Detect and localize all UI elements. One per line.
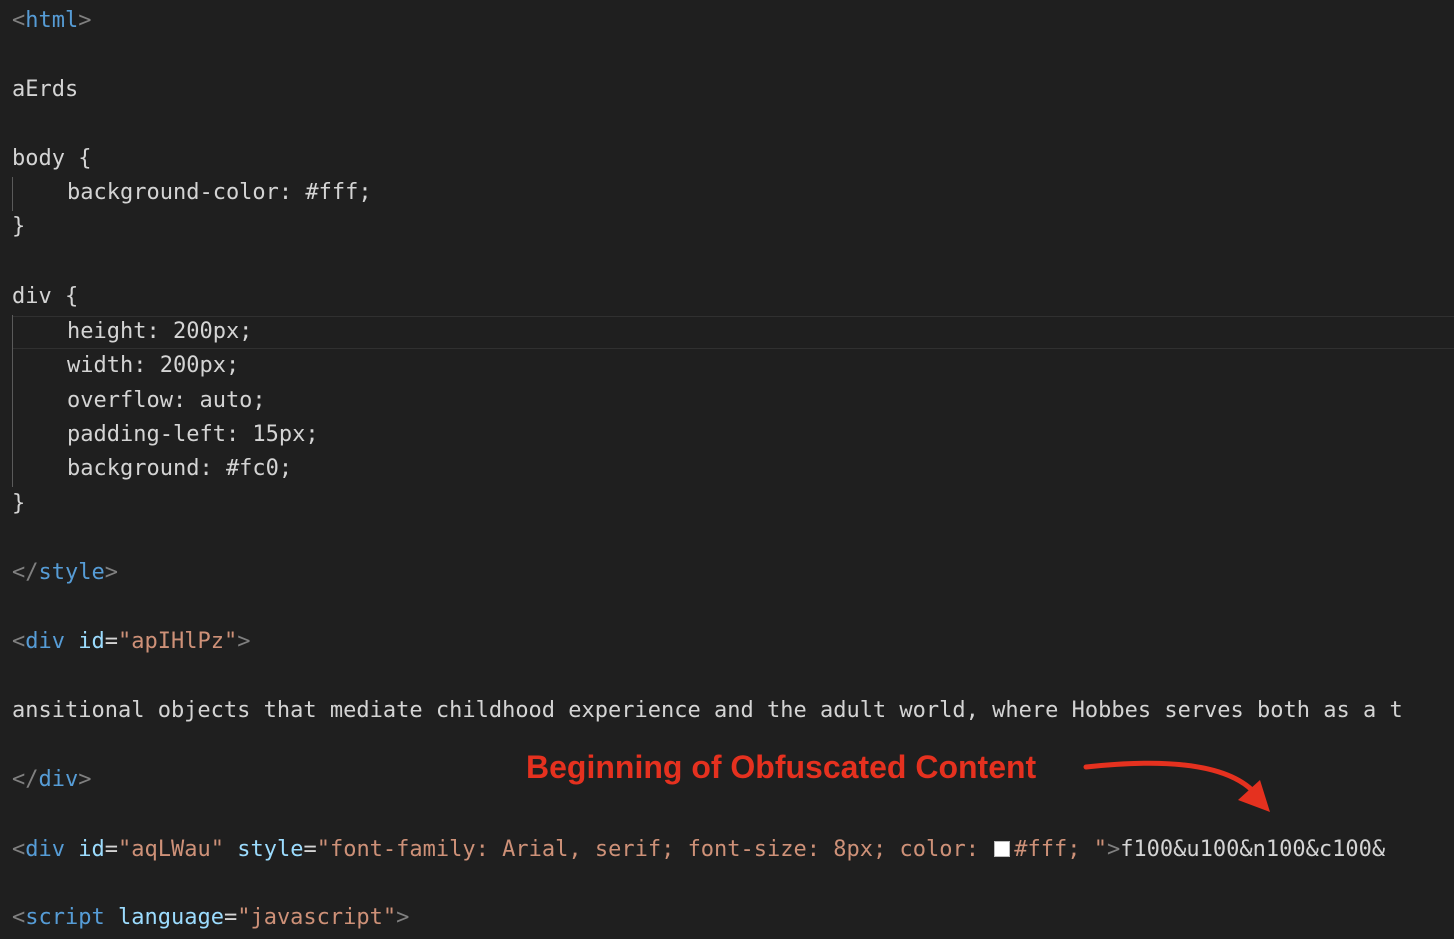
css-declaration: padding-left: 15px;	[67, 422, 319, 447]
code-line-body-close[interactable]: }	[12, 210, 25, 244]
tag-bracket: >	[78, 767, 92, 792]
tag-name: div	[25, 837, 65, 862]
tag-name: html	[25, 8, 79, 33]
tag-name: div	[25, 629, 65, 654]
color-swatch-icon[interactable]	[994, 841, 1011, 857]
tag-name: script	[25, 905, 105, 930]
tag-bracket: >	[78, 8, 92, 33]
tag-bracket: >	[104, 560, 118, 585]
attribute-name: style	[237, 837, 304, 862]
code-line-div1-close[interactable]: </div>	[12, 763, 92, 797]
attribute-name: id	[78, 629, 105, 654]
attribute-name: language	[117, 905, 224, 930]
code-line-div2-open[interactable]: <div id="aqLWau" style="font-family: Ari…	[12, 833, 1385, 867]
attribute-value: "javascript"	[237, 905, 397, 930]
tag-bracket: <	[12, 8, 26, 33]
code-line-script-open[interactable]: <script language="javascript">	[12, 901, 409, 935]
tag-bracket: <	[12, 629, 26, 654]
css-declaration: height: 200px;	[67, 319, 253, 344]
attribute-name: id	[78, 837, 105, 862]
code-line-html-open[interactable]: <html>	[12, 4, 91, 38]
css-declaration: width: 200px;	[67, 353, 240, 378]
attribute-value: "font-family: Arial, serif; font-size: 8…	[316, 837, 993, 862]
code-line-div-background[interactable]: background: #fc0;	[12, 452, 292, 486]
css-declaration: background: #fc0;	[67, 456, 293, 481]
code-line-div-width[interactable]: width: 200px;	[12, 349, 239, 383]
tag-name: div	[38, 767, 79, 792]
attribute-equals: =	[223, 905, 238, 930]
attribute-value: #fff; "	[1014, 837, 1107, 862]
tag-bracket: >	[396, 905, 410, 930]
attribute-equals: =	[104, 629, 118, 654]
code-line-body-selector[interactable]: body {	[12, 142, 91, 176]
tag-bracket: </	[12, 767, 39, 792]
css-declaration: background-color: #fff;	[67, 180, 372, 205]
tag-bracket: >	[237, 629, 251, 654]
code-line-div-close[interactable]: }	[12, 487, 25, 521]
attribute-equals: =	[104, 837, 118, 862]
code-line-text[interactable]: aErds	[12, 73, 78, 107]
code-line-style-close[interactable]: </style>	[12, 556, 118, 590]
annotation-label: Beginning of Obfuscated Content	[526, 749, 1037, 785]
code-editor[interactable]: <html> aErds body { background-color: #f…	[0, 0, 1454, 939]
code-line-div-height[interactable]: height: 200px;	[12, 315, 252, 349]
code-line-div1-text[interactable]: ansitional objects that mediate childhoo…	[12, 694, 1403, 728]
attribute-value: "aqLWau"	[118, 837, 224, 862]
tag-name: style	[38, 560, 105, 585]
attribute-equals: =	[303, 837, 317, 862]
tag-bracket: <	[12, 905, 26, 930]
code-line-div-selector[interactable]: div {	[12, 280, 78, 314]
tag-bracket: </	[12, 560, 39, 585]
code-line-div-padding-left[interactable]: padding-left: 15px;	[12, 418, 319, 452]
tag-bracket: >	[1106, 837, 1121, 862]
css-declaration: overflow: auto;	[67, 388, 266, 413]
code-line-body-property[interactable]: background-color: #fff;	[12, 176, 372, 210]
attribute-value: "apIHlPz"	[118, 629, 238, 654]
curved-arrow-icon	[1083, 760, 1270, 812]
obfuscated-content: f100&u100&n100&c100&	[1120, 837, 1386, 862]
tag-bracket: <	[12, 837, 26, 862]
code-line-div-overflow[interactable]: overflow: auto;	[12, 384, 266, 418]
code-line-div1-open[interactable]: <div id="apIHlPz">	[12, 625, 250, 659]
